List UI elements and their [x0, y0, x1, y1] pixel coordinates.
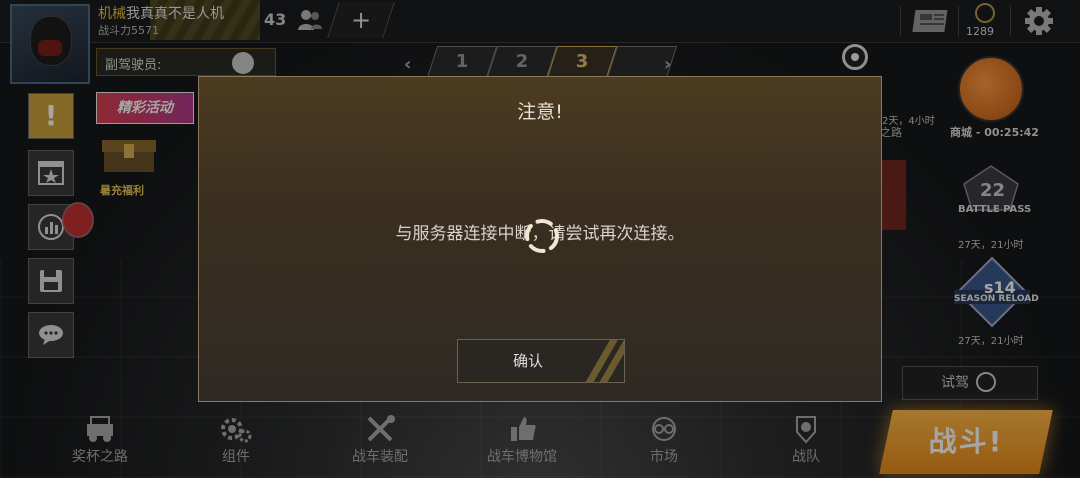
confirm-label: 确认 — [512, 352, 543, 370]
connection-lost-dialog: 注意! 与服务器连接中断，请尝试再次连接。 确认 — [198, 76, 882, 402]
loading-spinner-icon — [525, 219, 559, 253]
confirm-button[interactable]: 确认 — [457, 339, 625, 383]
dialog-title: 注意! — [517, 101, 563, 123]
